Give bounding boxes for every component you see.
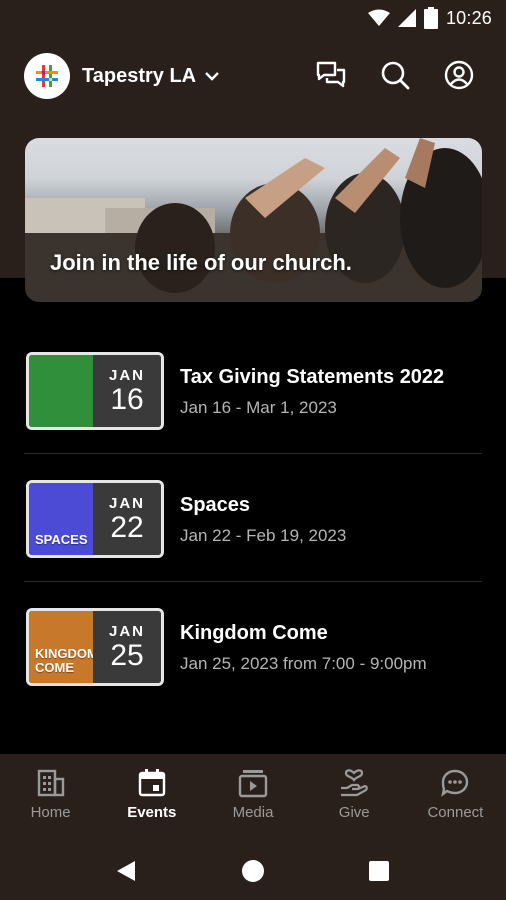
event-row[interactable]: KINGDOM COME JAN 25 Kingdom Come Jan 25,…	[24, 582, 482, 710]
event-dates: Jan 25, 2023 from 7:00 - 9:00pm	[180, 654, 427, 673]
header-actions	[314, 58, 476, 92]
event-thumbnail: JAN 16	[26, 352, 164, 430]
signal-icon	[397, 9, 416, 27]
recents-icon	[369, 861, 389, 881]
event-day: 16	[110, 382, 144, 416]
chat-icon	[316, 61, 346, 88]
recents-button[interactable]	[364, 856, 394, 886]
chevron-down-icon	[204, 71, 220, 81]
nav-label: Media	[232, 804, 274, 821]
event-title: Tax Giving Statements 2022	[180, 366, 445, 388]
building-icon	[37, 769, 64, 797]
thumbnail-word: KINGDOM COME	[35, 646, 98, 675]
thumbnail-date: JAN 16	[93, 355, 161, 427]
thumbnail-art: KINGDOM COME	[29, 611, 98, 683]
events-list: JAN 16 Tax Giving Statements 2022 Jan 16…	[0, 326, 506, 710]
system-nav-bar	[0, 842, 506, 900]
chat-bubble-icon	[441, 769, 469, 797]
event-row[interactable]: SPACES JAN 22 Spaces Jan 22 - Feb 19, 20…	[24, 454, 482, 582]
nav-item-events[interactable]: Events	[101, 754, 202, 842]
calendar-icon	[138, 769, 165, 797]
event-row[interactable]: JAN 16 Tax Giving Statements 2022 Jan 16…	[24, 326, 482, 454]
nav-label: Home	[30, 804, 71, 821]
profile-icon	[444, 60, 474, 90]
org-switcher[interactable]: Tapestry LA	[24, 52, 220, 100]
hero-banner[interactable]: Join in the life of our church.	[25, 138, 482, 302]
event-month: JAN	[108, 366, 145, 384]
event-thumbnail: KINGDOM COME JAN 25	[26, 608, 164, 686]
home-circle-icon	[242, 860, 264, 882]
event-month: JAN	[108, 622, 145, 640]
event-day: 22	[110, 510, 144, 544]
search-button[interactable]	[378, 58, 412, 92]
hero-text: Join in the life of our church.	[50, 250, 352, 275]
event-thumbnail: SPACES JAN 22	[26, 480, 164, 558]
event-title: Kingdom Come	[180, 622, 328, 644]
event-dates: Jan 22 - Feb 19, 2023	[180, 526, 347, 545]
messages-button[interactable]	[314, 58, 348, 92]
org-name: Tapestry LA	[82, 64, 197, 87]
back-button[interactable]	[111, 856, 141, 886]
nav-item-give[interactable]: Give	[304, 754, 405, 842]
nav-label: Events	[127, 804, 177, 821]
status-icons: 10:26	[367, 7, 492, 29]
search-icon	[381, 61, 410, 90]
give-icon	[341, 769, 369, 797]
hero-photo	[25, 138, 482, 302]
nav-item-home[interactable]: Home	[0, 754, 101, 842]
status-time: 10:26	[445, 7, 492, 28]
event-day: 25	[110, 638, 144, 672]
nav-label: Connect	[427, 804, 484, 821]
event-dates: Jan 16 - Mar 1, 2023	[180, 398, 337, 417]
thumbnail-word: SPACES	[35, 532, 88, 547]
nav-item-connect[interactable]: Connect	[405, 754, 506, 842]
thumbnail-date: JAN 25	[93, 611, 161, 683]
event-month: JAN	[108, 494, 145, 512]
nav-item-media[interactable]: Media	[202, 754, 303, 842]
thumbnail-date: JAN 22	[93, 483, 161, 555]
status-bar: 10:26	[0, 0, 506, 36]
bottom-nav: Home Events Media Give Connect	[0, 754, 506, 842]
thumbnail-art: SPACES	[29, 483, 97, 555]
thumbnail-art	[29, 355, 97, 427]
profile-button[interactable]	[442, 58, 476, 92]
org-logo	[24, 53, 70, 99]
home-button[interactable]	[238, 856, 268, 886]
event-title: Spaces	[180, 494, 251, 516]
wifi-icon	[367, 9, 390, 26]
back-icon	[117, 861, 135, 881]
tapestry-logo-icon	[36, 65, 58, 87]
media-icon	[238, 770, 268, 798]
battery-icon	[423, 7, 438, 29]
nav-label: Give	[338, 804, 370, 821]
